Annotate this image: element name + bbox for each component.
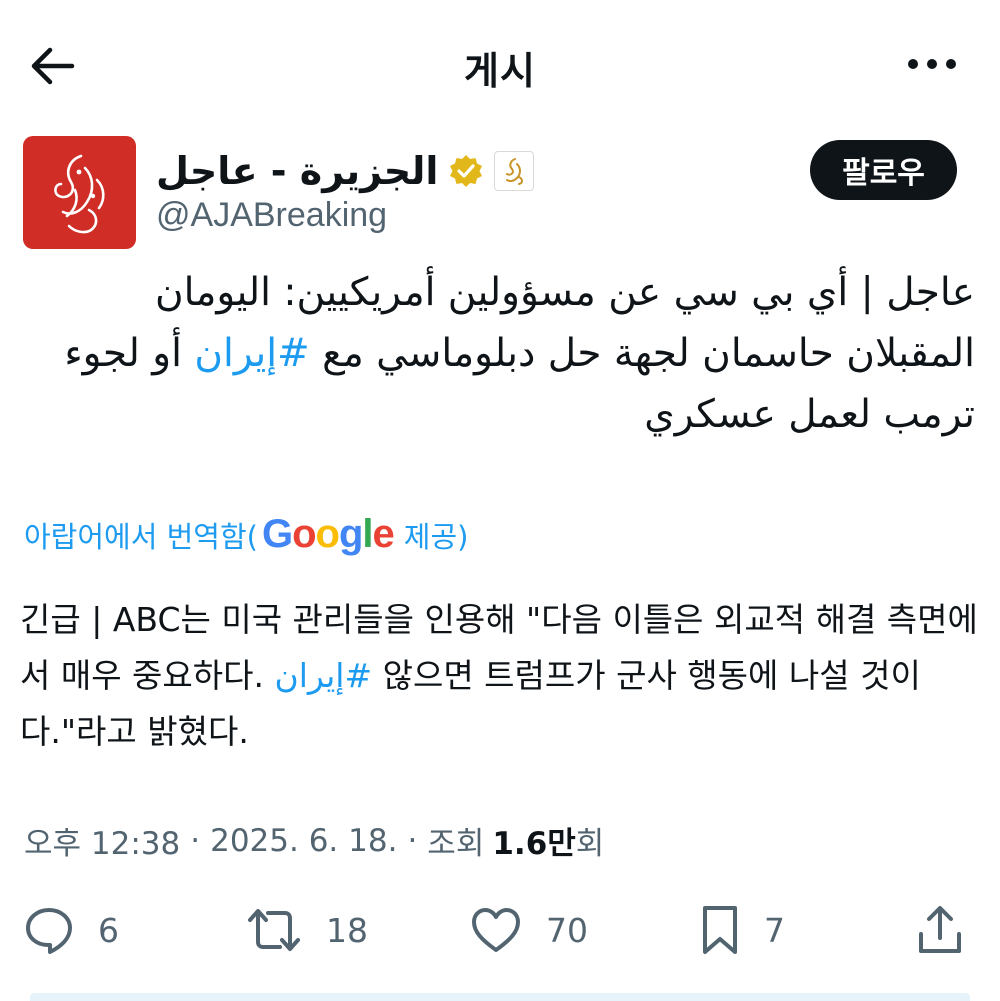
share-icon	[919, 906, 961, 953]
hashtag-link[interactable]: #إيران	[194, 331, 309, 376]
google-letter: l	[362, 512, 373, 556]
reply-icon	[26, 908, 72, 954]
google-logo: Google	[261, 512, 395, 557]
action-bar: 6 18 70 7	[0, 898, 1000, 962]
translation-label-suffix: 제공)	[403, 519, 469, 554]
translation-attribution[interactable]: 아랍어에서 번역함( Google 제공)	[24, 512, 468, 557]
google-letter: G	[261, 512, 293, 556]
heart-icon	[472, 908, 520, 952]
more-dots-icon	[908, 59, 956, 69]
views-count[interactable]: 1.6만	[492, 818, 575, 863]
post-meta: 오후 12:38 · 2025. 6. 18. · 조회 1.6만 회	[24, 818, 604, 863]
google-letter: g	[338, 512, 363, 556]
reply-button[interactable]: 6	[24, 898, 119, 962]
post-time[interactable]: 오후 12:38	[24, 818, 180, 863]
google-letter: e	[372, 512, 395, 556]
reply-count: 6	[98, 910, 119, 950]
display-name[interactable]: الجزيرة - عاجل	[156, 149, 438, 193]
meta-separator: ·	[407, 822, 418, 859]
page-title: 게시	[464, 49, 536, 93]
like-button[interactable]: 70	[470, 898, 588, 962]
more-options-button[interactable]	[902, 42, 962, 86]
post-translated-text: 긴급 | ABC는 미국 관리들을 인용해 "다음 이틀은 외교적 해결 측면에…	[20, 592, 980, 760]
avatar[interactable]	[23, 136, 136, 249]
like-count: 70	[546, 910, 588, 950]
translation-label: 아랍어에서 번역함(	[24, 519, 258, 554]
views-label: 조회	[427, 826, 485, 862]
bookmark-button[interactable]: 7	[700, 898, 785, 962]
hashtag-link[interactable]: إيران#	[274, 656, 372, 695]
al-jazeera-logo-icon	[53, 154, 105, 233]
views-suffix: 회	[575, 826, 605, 862]
repost-count: 18	[326, 910, 368, 950]
verified-badge-icon[interactable]	[448, 153, 484, 189]
bookmark-icon	[703, 906, 737, 954]
bookmark-count: 7	[764, 910, 785, 950]
display-name-row: الجزيرة - عاجل	[156, 146, 535, 196]
post-date[interactable]: 2025. 6. 18.	[210, 823, 397, 859]
post-original-text: عاجل | أي بي سي عن مسؤولين أمريكيين: الي…	[40, 262, 975, 445]
top-bar: 게시	[0, 0, 1000, 130]
google-letter: o	[315, 512, 340, 556]
share-button[interactable]	[916, 898, 964, 962]
follow-button[interactable]: 팔로우	[810, 140, 957, 200]
bottom-divider	[30, 993, 970, 1001]
meta-separator: ·	[190, 822, 201, 859]
google-letter: o	[292, 512, 316, 556]
affiliate-logo-icon[interactable]	[494, 151, 535, 191]
user-handle[interactable]: @AJABreaking	[156, 196, 387, 235]
repost-button[interactable]: 18	[246, 898, 368, 962]
repost-icon	[248, 909, 300, 951]
